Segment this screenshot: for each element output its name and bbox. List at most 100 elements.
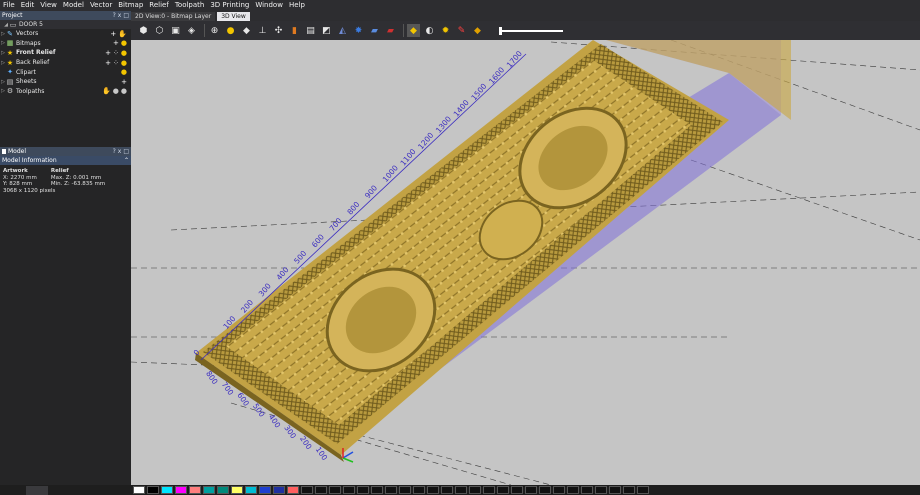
color-swatch[interactable] — [595, 486, 607, 494]
color-swatch[interactable] — [217, 486, 229, 494]
color-swatch[interactable] — [623, 486, 635, 494]
zoom-icon[interactable]: ⊕ — [208, 24, 221, 37]
model-float-button[interactable]: □ — [123, 148, 129, 155]
plane-icon[interactable]: ◩ — [320, 24, 333, 37]
close-panel-button[interactable]: x — [118, 12, 122, 19]
menu-window[interactable]: Window — [252, 0, 286, 11]
sheet-icon[interactable]: ▰ — [368, 24, 381, 37]
menu-toolpath[interactable]: Toolpath — [172, 0, 208, 11]
model-help-button[interactable]: ? — [113, 148, 116, 155]
color-swatch[interactable] — [525, 486, 537, 494]
transparency-slider[interactable] — [499, 26, 563, 35]
color-swatch[interactable] — [427, 486, 439, 494]
3d-viewport[interactable]: 100 200 300 400 500 600 700 800 900 1000 1100 1200 1… — [131, 40, 920, 485]
color-layer-icon[interactable]: ◆ — [471, 24, 484, 37]
bulb-icon[interactable]: ● — [113, 87, 119, 95]
lighting-icon[interactable]: ✹ — [439, 24, 452, 37]
status-tab[interactable] — [26, 486, 48, 495]
color-swatch[interactable] — [637, 486, 649, 494]
add-icon[interactable]: + — [105, 59, 111, 67]
color-swatch[interactable] — [301, 486, 313, 494]
sphere-icon[interactable]: ◐ — [423, 24, 436, 37]
add-icon[interactable]: + — [105, 49, 111, 57]
menu-file[interactable]: File — [0, 0, 18, 11]
menu-view[interactable]: View — [37, 0, 60, 11]
view-front-icon[interactable]: ⬡ — [153, 24, 166, 37]
tab-3d-view[interactable]: 3D View — [217, 12, 250, 21]
relief-render-icon[interactable]: ◆ — [407, 24, 420, 37]
color-swatch[interactable] — [371, 486, 383, 494]
3d-scene[interactable]: 1002003004005006007008009001000110012001… — [131, 40, 920, 485]
menu-bitmap[interactable]: Bitmap — [115, 0, 146, 11]
color-swatch[interactable] — [259, 486, 271, 494]
color-swatch[interactable] — [273, 486, 285, 494]
color-swatch[interactable] — [357, 486, 369, 494]
tab-2d-view[interactable]: 2D View:0 - Bitmap Layer — [131, 12, 216, 21]
bulb-icon[interactable]: ● — [121, 59, 127, 67]
project-root[interactable]: ◢ ▭ DOOR 5 — [0, 20, 131, 29]
color-swatch[interactable] — [203, 486, 215, 494]
tree-item-vectors[interactable]: ▷ ✎ Vectors + ✋ — [0, 29, 131, 39]
bulb-icon[interactable]: ● — [121, 68, 127, 76]
color-swatch[interactable] — [539, 486, 551, 494]
color-swatch[interactable] — [483, 486, 495, 494]
color-swatch[interactable] — [441, 486, 453, 494]
light-bulb-icon[interactable]: ● — [224, 24, 237, 37]
shaded-icon[interactable]: ◭ — [336, 24, 349, 37]
tree-item-clipart[interactable]: ✦ Clipart ● — [0, 67, 131, 77]
tree-item-sheets[interactable]: ▷ ▤ Sheets + — [0, 77, 131, 87]
tree-item-front-relief[interactable]: ▷ ★ Front Relief + ⁘ ● — [0, 48, 131, 58]
perspective-icon[interactable]: ✣ — [272, 24, 285, 37]
add-icon[interactable]: + — [110, 30, 116, 38]
axes-icon[interactable]: ⊥ — [256, 24, 269, 37]
color-swatch[interactable] — [553, 486, 565, 494]
add-icon[interactable]: + — [121, 78, 127, 86]
hand-icon[interactable]: ✋ — [102, 87, 111, 95]
color-swatch[interactable] — [455, 486, 467, 494]
color-swatch[interactable] — [399, 486, 411, 494]
tree-item-bitmaps[interactable]: ▷ ▦ Bitmaps + ● — [0, 39, 131, 49]
view-iso-icon[interactable]: ⬢ — [137, 24, 150, 37]
color-swatch[interactable] — [231, 486, 243, 494]
color-swatch[interactable] — [175, 486, 187, 494]
model-close-button[interactable]: x — [118, 148, 122, 155]
color-swatch[interactable] — [497, 486, 509, 494]
bulb-icon[interactable]: ✋ — [118, 30, 127, 38]
view-box-icon[interactable]: ▣ — [169, 24, 182, 37]
slider-knob[interactable] — [499, 26, 502, 35]
bulb-icon[interactable]: ● — [121, 87, 127, 95]
view-side-icon[interactable]: ◈ — [185, 24, 198, 37]
tree-item-back-relief[interactable]: ▷ ★ Back Relief + ⁘ ● — [0, 58, 131, 68]
bulb-icon[interactable]: ● — [121, 49, 127, 57]
grid-icon[interactable]: ⁘ — [113, 49, 119, 57]
menu-relief[interactable]: Relief — [146, 0, 172, 11]
menu-vector[interactable]: Vector — [87, 0, 115, 11]
color-swatch[interactable] — [581, 486, 593, 494]
wireframe-icon[interactable]: ▤ — [304, 24, 317, 37]
menu-edit[interactable]: Edit — [18, 0, 38, 11]
menu-model[interactable]: Model — [60, 0, 87, 11]
add-icon[interactable]: + — [113, 39, 119, 47]
color-swatch[interactable] — [469, 486, 481, 494]
tree-item-toolpaths[interactable]: ▷ ⚙ Toolpaths ✋ ● ● — [0, 87, 131, 97]
menu-3d-printing[interactable]: 3D Printing — [207, 0, 252, 11]
color-picker-icon[interactable]: ✎ — [455, 24, 468, 37]
show-relief-icon[interactable]: ◆ — [240, 24, 253, 37]
color-swatch[interactable] — [567, 486, 579, 494]
color-swatch[interactable] — [189, 486, 201, 494]
color-swatch[interactable] — [343, 486, 355, 494]
float-panel-button[interactable]: □ — [123, 12, 129, 19]
color-swatch[interactable] — [385, 486, 397, 494]
chevron-up-icon[interactable]: ⌃ — [124, 157, 129, 164]
color-swatch[interactable] — [413, 486, 425, 494]
color-swatch[interactable] — [511, 486, 523, 494]
color-swatch[interactable] — [147, 486, 159, 494]
color-swatch[interactable] — [133, 486, 145, 494]
bulb-icon[interactable]: ● — [121, 39, 127, 47]
grid-icon[interactable]: ⁘ — [113, 59, 119, 67]
menu-help[interactable]: Help — [286, 0, 308, 11]
color-swatch[interactable] — [161, 486, 173, 494]
splash-icon[interactable]: ✸ — [352, 24, 365, 37]
color-swatch[interactable] — [245, 486, 257, 494]
help-button[interactable]: ? — [113, 12, 116, 19]
